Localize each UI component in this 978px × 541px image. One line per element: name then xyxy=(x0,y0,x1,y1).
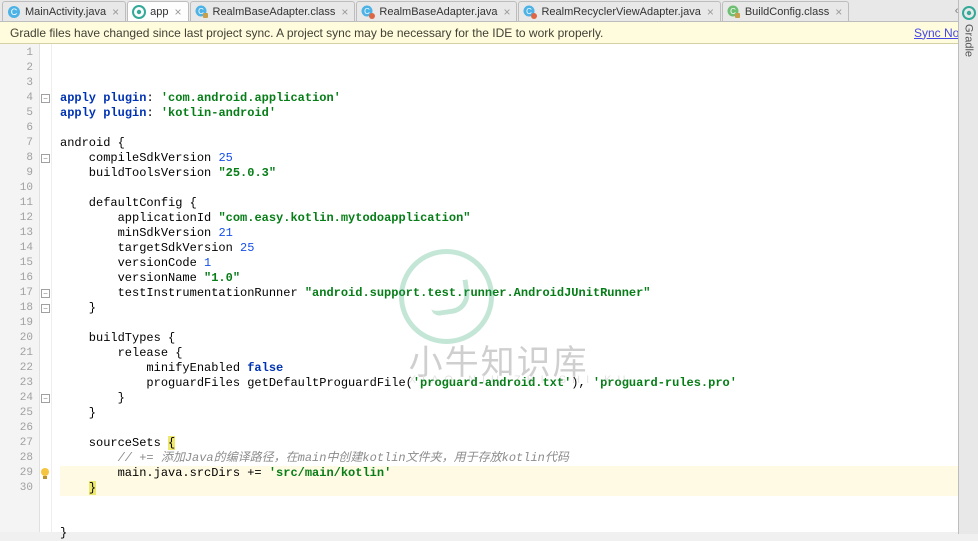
right-tool-window-bar[interactable]: Gradle xyxy=(958,0,978,534)
close-icon[interactable]: × xyxy=(501,5,512,19)
editor-tabbar: CMainActivity.java×app×CRealmBaseAdapter… xyxy=(0,0,978,22)
banner-message: Gradle files have changed since last pro… xyxy=(10,26,914,40)
svg-text:C: C xyxy=(527,7,533,16)
fold-toggle[interactable]: − xyxy=(41,289,50,298)
close-icon[interactable]: × xyxy=(172,5,183,19)
fold-toggle[interactable]: − xyxy=(41,154,50,163)
svg-text:C: C xyxy=(365,7,371,16)
close-icon[interactable]: × xyxy=(339,5,350,19)
gradle-icon xyxy=(962,6,976,20)
tab-label: RealmRecyclerViewAdapter.java xyxy=(541,6,700,18)
svg-text:C: C xyxy=(11,7,18,17)
close-icon[interactable]: × xyxy=(110,5,121,19)
editor-tab[interactable]: C RealmRecyclerViewAdapter.java × xyxy=(518,1,720,21)
fold-toggle[interactable]: − xyxy=(41,94,50,103)
editor-tab[interactable]: CRealmBaseAdapter.class× xyxy=(190,1,356,21)
line-number-gutter: 1234567891011121314151617181920212223242… xyxy=(0,44,40,532)
gradle-tool-label: Gradle xyxy=(963,24,975,57)
tab-label: app xyxy=(150,6,168,18)
editor-tab[interactable]: C MainActivity.java × xyxy=(2,1,126,21)
tab-label: BuildConfig.class xyxy=(745,6,829,18)
code-content[interactable]: 小牛知识库XIAO NIU ZHI SHI KU apply plugin: '… xyxy=(52,44,966,532)
editor-tab[interactable]: app × xyxy=(127,1,188,21)
fold-toggle[interactable]: − xyxy=(41,304,50,313)
editor-tab[interactable]: CBuildConfig.class× xyxy=(722,1,849,21)
tab-label: RealmBaseAdapter.java xyxy=(379,6,497,18)
tab-label: RealmBaseAdapter.class xyxy=(213,6,336,18)
editor-tab[interactable]: C RealmBaseAdapter.java × xyxy=(356,1,517,21)
fold-gutter[interactable]: − − − − − xyxy=(40,44,52,532)
sync-banner: Gradle files have changed since last pro… xyxy=(0,22,978,44)
tab-label: MainActivity.java xyxy=(25,6,106,18)
code-editor[interactable]: 1234567891011121314151617181920212223242… xyxy=(0,44,978,532)
close-icon[interactable]: × xyxy=(833,5,844,19)
close-icon[interactable]: × xyxy=(705,5,716,19)
intention-bulb-icon[interactable] xyxy=(38,466,52,480)
fold-toggle[interactable]: − xyxy=(41,394,50,403)
